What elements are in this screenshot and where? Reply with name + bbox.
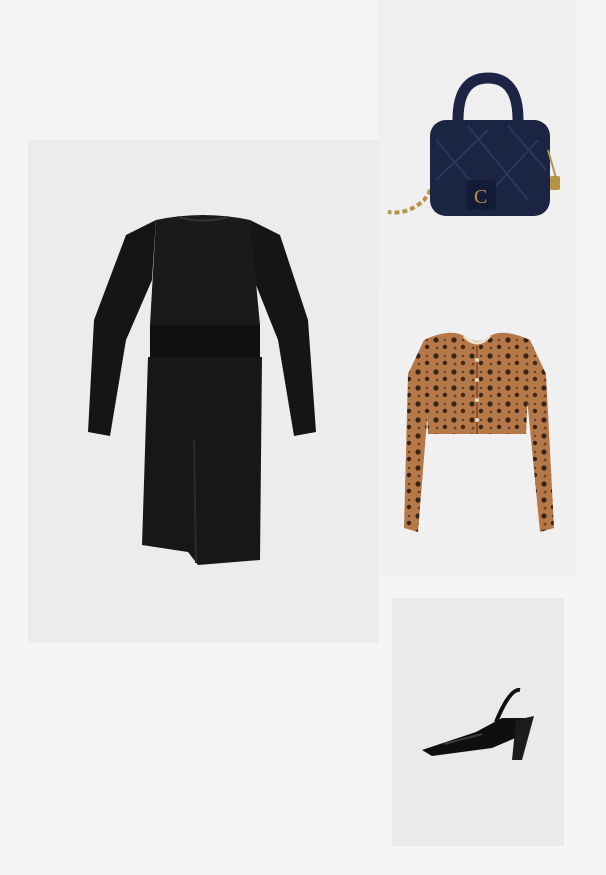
leopard-cardigan-tile[interactable] — [378, 288, 576, 576]
leopard-cardigan-image — [404, 332, 554, 532]
black-slingback-shoe-tile[interactable] — [392, 598, 564, 846]
black-slingback-shoe-image — [422, 687, 534, 760]
navy-handbag-tile[interactable]: C — [378, 0, 576, 288]
navy-handbag-image: C — [387, 72, 560, 216]
svg-text:C: C — [474, 186, 487, 208]
black-dress-image — [88, 215, 316, 565]
black-dress-tile[interactable] — [28, 140, 378, 643]
